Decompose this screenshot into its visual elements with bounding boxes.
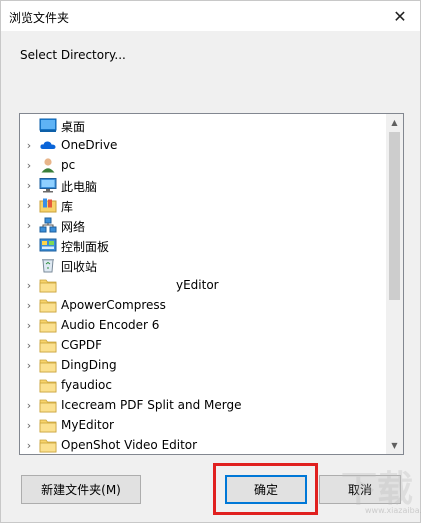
desktop-icon bbox=[39, 117, 57, 133]
tree-item-label: MyEditor bbox=[61, 418, 114, 432]
tree-item-label: yEditor bbox=[176, 278, 219, 292]
folder-icon bbox=[39, 397, 57, 413]
expand-chevron-icon[interactable]: › bbox=[24, 355, 34, 375]
folder-icon bbox=[39, 377, 57, 393]
tree-item[interactable]: › OneDrive bbox=[20, 135, 386, 155]
close-button[interactable]: ✕ bbox=[380, 1, 420, 31]
recycle-bin-icon bbox=[39, 257, 57, 273]
folder-icon bbox=[39, 417, 57, 433]
expand-chevron-icon[interactable]: › bbox=[24, 155, 34, 175]
folder-icon bbox=[39, 437, 57, 453]
dialog-prompt: Select Directory... bbox=[20, 48, 126, 62]
tree-item[interactable]: › ApowerCompress bbox=[20, 295, 386, 315]
network-icon bbox=[39, 217, 57, 233]
tree-item[interactable]: › OpenShot Video Editor bbox=[20, 435, 386, 454]
scroll-down-arrow-icon[interactable]: ▼ bbox=[386, 437, 403, 454]
tree-item-label: 库 bbox=[61, 200, 74, 214]
expand-chevron-icon[interactable]: › bbox=[24, 215, 34, 235]
tree-item[interactable]: › MyEditor bbox=[20, 415, 386, 435]
tree-item-label: 回收站 bbox=[61, 260, 98, 274]
tree-item[interactable]: › DingDing bbox=[20, 355, 386, 375]
expand-chevron-icon[interactable]: › bbox=[24, 415, 34, 435]
window-title: 浏览文件夹 bbox=[9, 11, 70, 25]
new-folder-button[interactable]: 新建文件夹(M) bbox=[21, 475, 141, 504]
library-icon bbox=[39, 197, 57, 213]
tree-item-label: 网络 bbox=[61, 220, 86, 234]
tree-item[interactable]: › 网络 bbox=[20, 215, 386, 235]
expand-chevron-icon[interactable]: › bbox=[24, 335, 34, 355]
title-bar: 浏览文件夹 ✕ bbox=[1, 1, 420, 31]
vertical-scrollbar[interactable]: ▲ ▼ bbox=[386, 114, 403, 454]
folder-tree-list: 桌面 › OneDrive › pc › 此电脑 › 库 › 网络 › 控制面板 回收站 › yEditor ›… bbox=[20, 114, 386, 454]
tree-item[interactable]: › 库 bbox=[20, 195, 386, 215]
site-watermark: 下载 www.xiazaiba.com bbox=[321, 460, 421, 518]
folder-icon bbox=[39, 317, 57, 333]
tree-item[interactable]: fyaudioc bbox=[20, 375, 386, 395]
expand-chevron-icon[interactable]: › bbox=[24, 135, 34, 155]
folder-tree[interactable]: 桌面 › OneDrive › pc › 此电脑 › 库 › 网络 › 控制面板 回收站 › yEditor ›… bbox=[19, 113, 404, 455]
tree-item[interactable]: › Audio Encoder 6 bbox=[20, 315, 386, 335]
tree-item-label: 控制面板 bbox=[61, 240, 110, 254]
onedrive-cloud-icon bbox=[39, 137, 57, 153]
expand-chevron-icon[interactable]: › bbox=[24, 195, 34, 215]
expand-chevron-icon[interactable]: › bbox=[24, 275, 34, 295]
tree-item[interactable]: › pc bbox=[20, 155, 386, 175]
folder-icon bbox=[39, 277, 57, 293]
expand-chevron-icon[interactable]: › bbox=[24, 295, 34, 315]
tree-item[interactable]: › yEditor bbox=[20, 275, 386, 295]
tree-item-label: CGPDF bbox=[61, 338, 103, 352]
expand-chevron-icon[interactable]: › bbox=[24, 235, 34, 255]
ok-button-highlight-box bbox=[213, 463, 318, 515]
computer-icon bbox=[39, 177, 57, 193]
expand-chevron-icon[interactable]: › bbox=[24, 395, 34, 415]
watermark-url: www.xiazaiba.com bbox=[365, 506, 421, 515]
scrollbar-thumb[interactable] bbox=[389, 132, 400, 300]
tree-item[interactable]: › Icecream PDF Split and Merge bbox=[20, 395, 386, 415]
tree-item-label: fyaudioc bbox=[61, 378, 112, 392]
tree-item-label: ApowerCompress bbox=[61, 298, 166, 312]
user-icon bbox=[39, 157, 57, 173]
tree-item-label: 桌面 bbox=[61, 120, 86, 134]
tree-item[interactable]: 桌面 bbox=[20, 115, 386, 135]
tree-item-label: DingDing bbox=[61, 358, 117, 372]
tree-item[interactable]: › CGPDF bbox=[20, 335, 386, 355]
tree-item[interactable]: › 此电脑 bbox=[20, 175, 386, 195]
tree-item-label: pc bbox=[61, 158, 76, 172]
tree-item-label: OneDrive bbox=[61, 138, 118, 152]
browse-folder-dialog: 浏览文件夹 ✕ Select Directory... 桌面 › OneDrive ›… bbox=[0, 0, 421, 523]
folder-icon bbox=[39, 337, 57, 353]
watermark-logo-text: 下载 bbox=[341, 469, 414, 510]
tree-item[interactable]: › 控制面板 bbox=[20, 235, 386, 255]
folder-icon bbox=[39, 297, 57, 313]
control-panel-icon bbox=[39, 237, 57, 253]
redaction-box bbox=[78, 276, 176, 293]
tree-item-label: Audio Encoder 6 bbox=[61, 318, 160, 332]
expand-chevron-icon[interactable]: › bbox=[24, 435, 34, 454]
tree-item[interactable]: 回收站 bbox=[20, 255, 386, 275]
expand-chevron-icon[interactable]: › bbox=[24, 315, 34, 335]
tree-item-label: 此电脑 bbox=[61, 180, 98, 194]
folder-icon bbox=[39, 357, 57, 373]
tree-item-label: Icecream PDF Split and Merge bbox=[61, 398, 242, 412]
expand-chevron-icon[interactable]: › bbox=[24, 175, 34, 195]
tree-item-label: OpenShot Video Editor bbox=[61, 438, 198, 452]
scroll-up-arrow-icon[interactable]: ▲ bbox=[386, 114, 403, 131]
